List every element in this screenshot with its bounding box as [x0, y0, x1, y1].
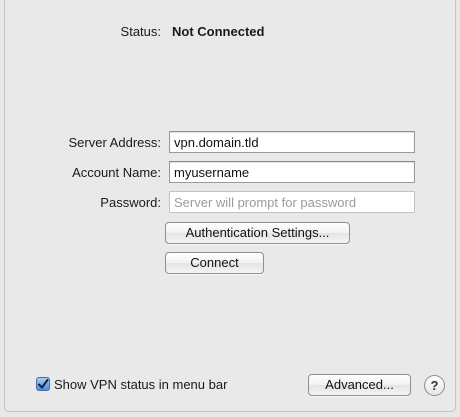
vpn-settings-panel: Status: Not Connected Server Address: Ac…: [4, 0, 456, 412]
help-icon[interactable]: ?: [424, 375, 445, 396]
password-input[interactable]: [169, 191, 415, 213]
server-address-label: Server Address:: [68, 135, 162, 150]
status-label: Status:: [120, 24, 161, 39]
password-label: Password:: [100, 195, 161, 210]
show-vpn-status-checkbox[interactable]: [36, 377, 50, 391]
authentication-settings-button[interactable]: Authentication Settings...: [165, 222, 350, 244]
show-vpn-status-label[interactable]: Show VPN status in menu bar: [54, 377, 227, 393]
checkmark-icon: [38, 379, 49, 389]
account-name-input[interactable]: [169, 161, 415, 183]
advanced-button[interactable]: Advanced...: [308, 374, 411, 396]
connect-button[interactable]: Connect: [165, 252, 264, 274]
server-address-input[interactable]: [169, 131, 415, 153]
status-value: Not Connected: [172, 24, 265, 39]
account-name-label: Account Name:: [72, 165, 161, 180]
